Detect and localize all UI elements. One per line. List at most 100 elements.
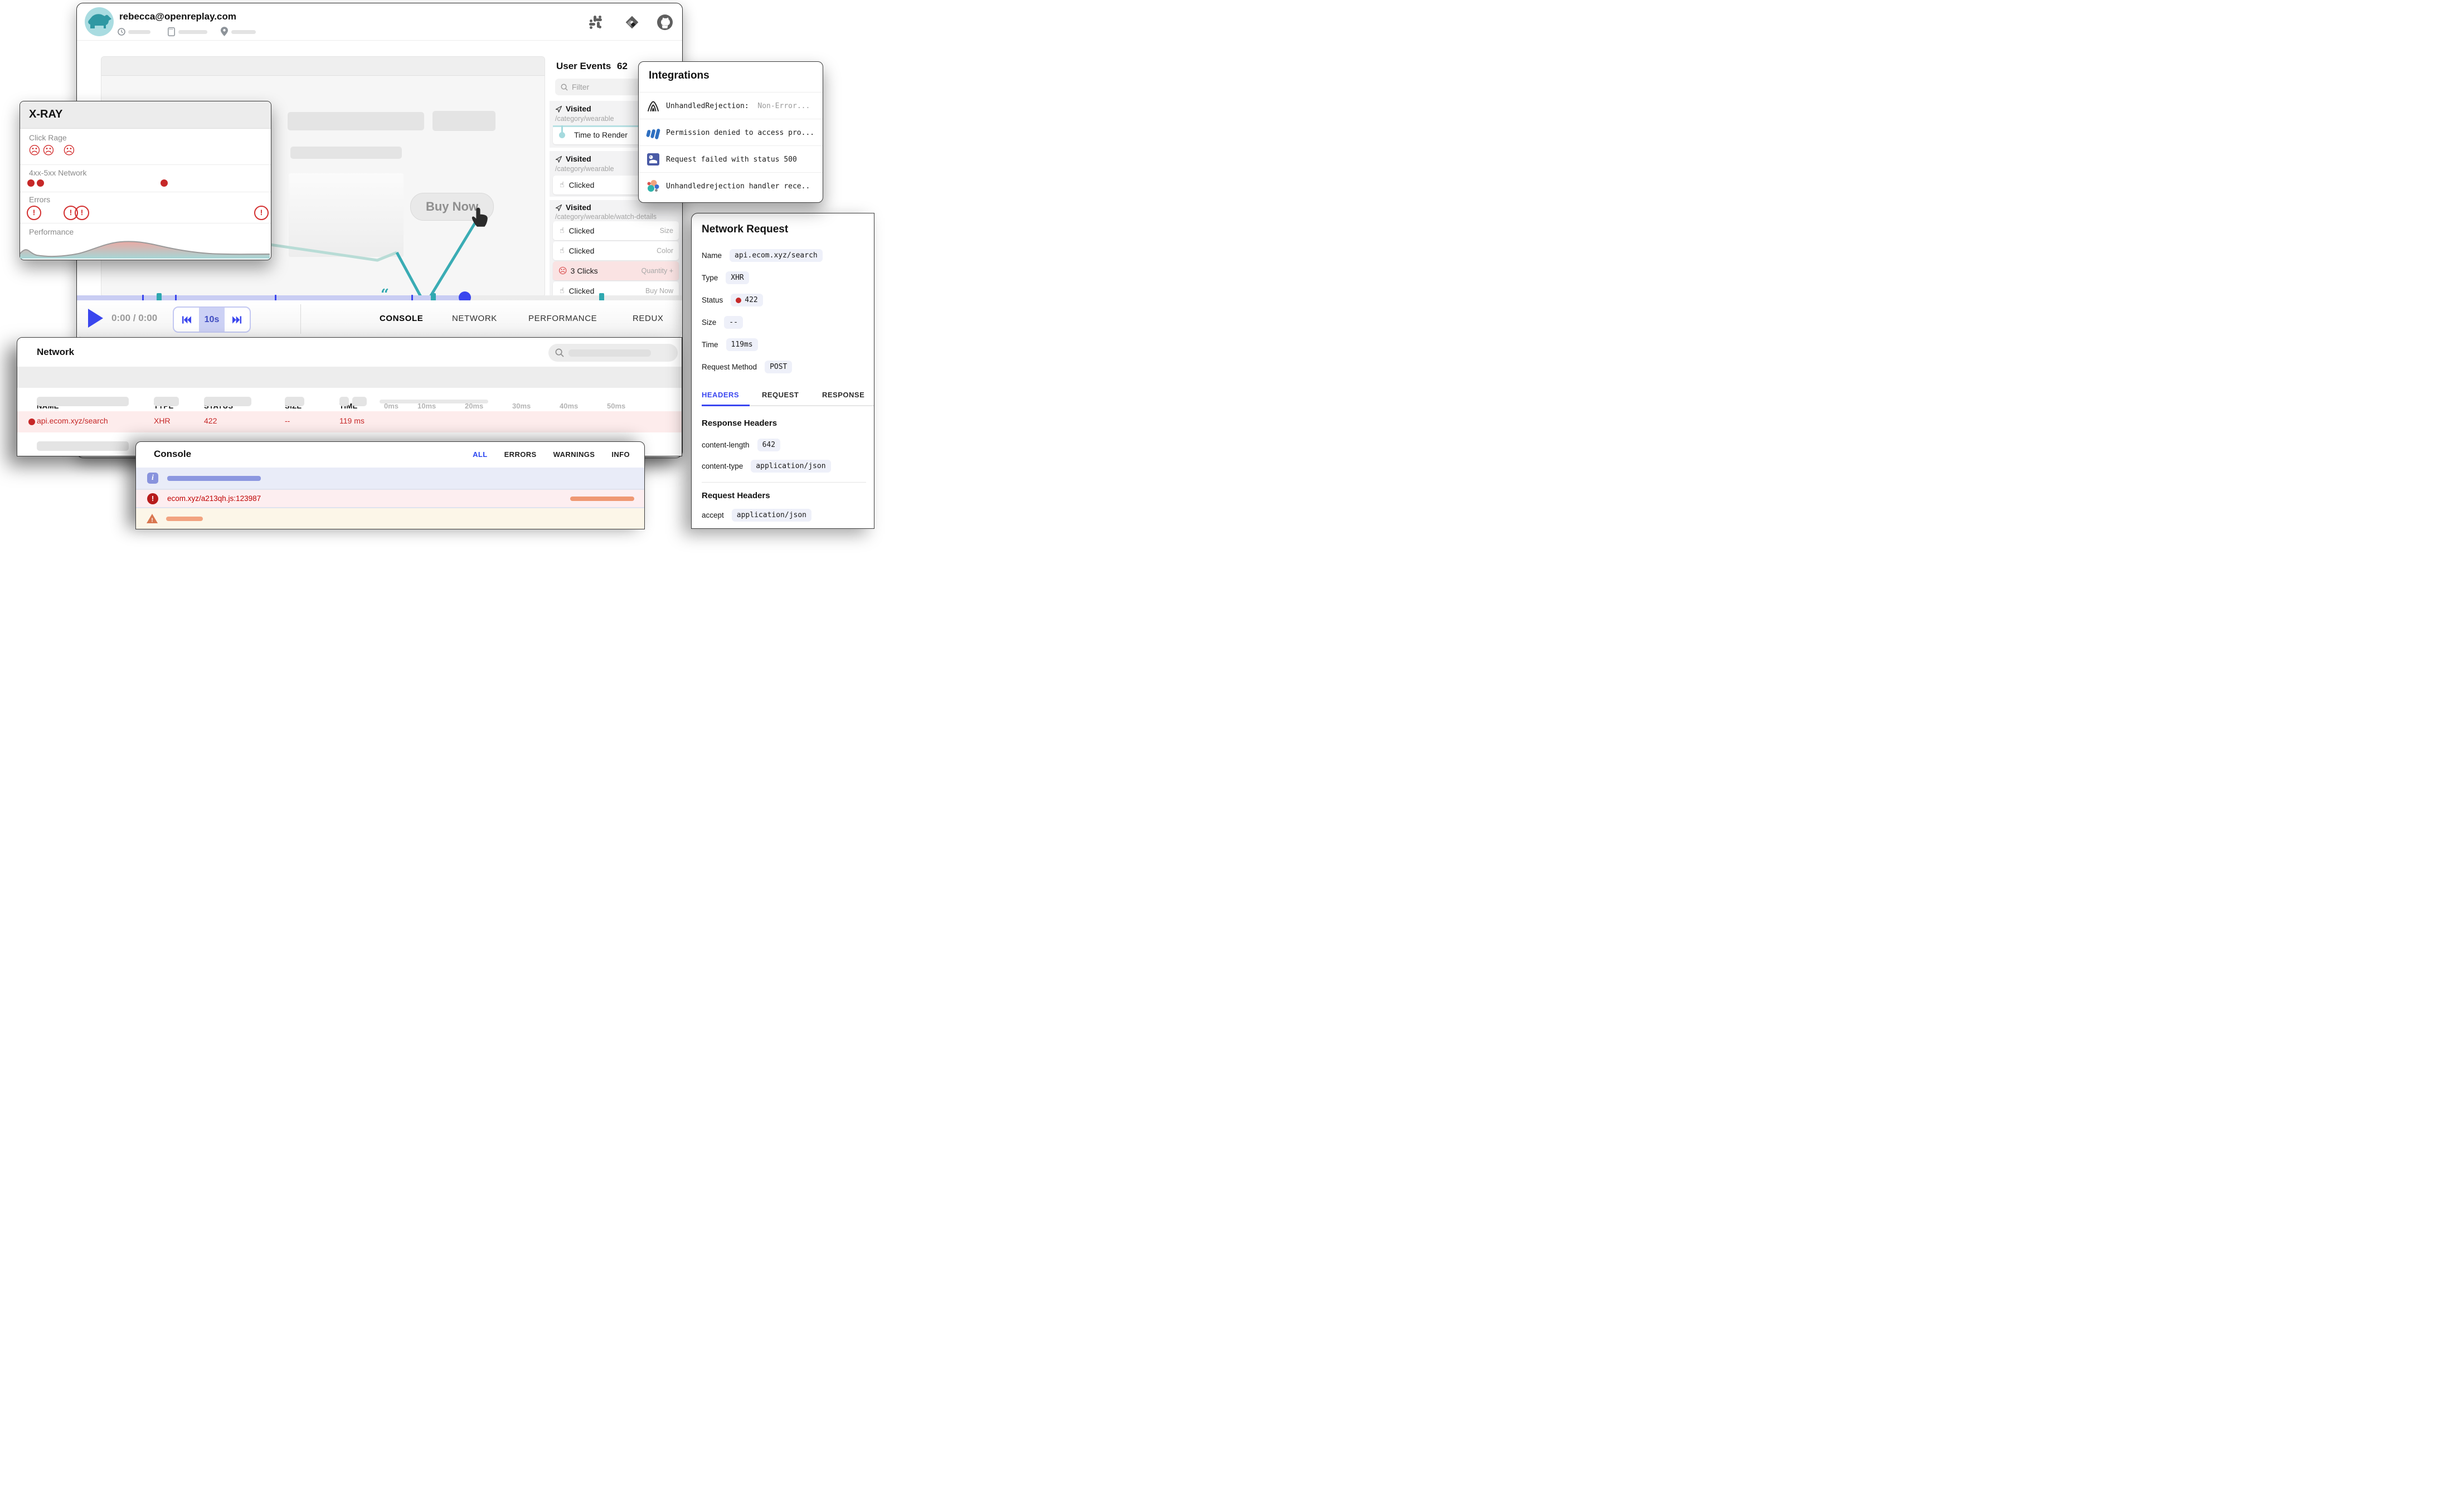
event-card-detail: Quantity + <box>641 267 673 275</box>
integration-message: Unhandledrejection handler rece.. <box>666 182 810 191</box>
error-marker-icon[interactable]: ! <box>27 206 41 220</box>
field-value-chip: -- <box>724 316 743 329</box>
console-row-info[interactable]: i <box>136 468 644 489</box>
error-marker-icon[interactable]: ! <box>75 206 89 220</box>
tab-request[interactable]: REQUEST <box>762 391 799 399</box>
active-tab-underline <box>702 405 750 406</box>
playback-time: 0:00 / 0:00 <box>111 313 157 324</box>
console-error-source: ecom.xyz/a213qh.js:123987 <box>167 494 261 503</box>
console-row-error[interactable]: ! ecom.xyz/a213qh.js:123987 <box>136 489 644 507</box>
network-request-title: Network Request <box>702 223 788 236</box>
buy-now-label: Buy Now <box>426 199 478 214</box>
skip-forward-button[interactable] <box>225 308 250 332</box>
event-card-label: Clicked <box>569 286 595 295</box>
integration-message: Request failed with status 500 <box>666 155 797 164</box>
field-label: Size <box>702 318 716 327</box>
event-type: Visited <box>566 203 591 212</box>
console-tab-warnings[interactable]: WARNINGS <box>553 450 595 459</box>
click-hand-icon: ☝ <box>560 181 565 189</box>
network-row-error[interactable]: api.ecom.xyz/search XHR 422 -- 119 ms <box>17 411 682 432</box>
header-label: accept <box>702 511 724 519</box>
tab-headers[interactable]: HEADERS <box>702 391 739 399</box>
divider <box>20 164 271 165</box>
field-label: Status <box>702 296 723 304</box>
player-controls: 0:00 / 0:00 10s CONSOLE NETWORK PERFORMA… <box>77 300 682 338</box>
svg-text:!: ! <box>151 518 153 524</box>
rage-face-icon[interactable]: ☹ <box>41 144 56 158</box>
network-errors-label: 4xx-5xx Network <box>29 168 86 177</box>
console-tab-all[interactable]: ALL <box>473 450 487 459</box>
field-name: Name api.ecom.xyz/search <box>702 249 823 262</box>
network-error-dot[interactable] <box>37 179 44 187</box>
event-visited: Visited <box>555 154 591 163</box>
tab-console[interactable]: CONSOLE <box>380 314 423 323</box>
net-type: XHR <box>154 416 171 425</box>
integrations-title: Integrations <box>649 70 709 82</box>
integration-row-sentry[interactable]: UnhandledRejection: Non-Error... <box>639 92 823 119</box>
net-size: -- <box>285 416 290 425</box>
field-time: Time 119ms <box>702 338 758 351</box>
clicked-card[interactable]: ☝ Clicked Size <box>553 221 679 240</box>
console-tab-errors[interactable]: ERRORS <box>504 450 537 459</box>
skip-back-button[interactable] <box>174 308 199 332</box>
network-table-header: NAME TYPE STATUS SIZE TIME 0ms 10ms 20ms… <box>17 367 682 388</box>
sentry-icon <box>646 100 660 112</box>
header-value-chip: application/json <box>732 509 811 522</box>
warning-icon: ! <box>146 513 158 524</box>
timeline-progress[interactable] <box>77 295 465 300</box>
error-marker-icon[interactable]: ! <box>254 206 269 220</box>
tab-performance[interactable]: PERFORMANCE <box>528 314 597 323</box>
divider <box>702 482 866 483</box>
integration-message: UnhandledRejection: Non-Error... <box>666 102 810 110</box>
header-label: content-length <box>702 441 750 449</box>
field-value-chip: 422 <box>731 294 762 306</box>
play-button[interactable] <box>88 309 103 328</box>
search-icon <box>561 84 568 91</box>
clicked-card[interactable]: ☝ Clicked Color <box>553 241 679 260</box>
network-error-dot[interactable] <box>27 179 35 187</box>
integration-row-stackdriver[interactable]: Permission denied to access pro... <box>639 119 823 146</box>
network-search-input[interactable] <box>548 344 678 362</box>
timeline-track[interactable] <box>465 295 682 300</box>
tab-network[interactable]: NETWORK <box>452 314 497 323</box>
header-content-type: content-type application/json <box>702 460 831 473</box>
rage-face-icon[interactable]: ☹ <box>27 144 42 158</box>
tab-response[interactable]: RESPONSE <box>822 391 864 399</box>
user-events-count: 62 <box>617 61 628 71</box>
field-status: Status 422 <box>702 294 763 306</box>
rage-face-icon[interactable]: ☹ <box>62 144 76 158</box>
click-hand-icon: ☝ <box>560 286 565 295</box>
header-label: content-type <box>702 462 743 470</box>
tab-redux[interactable]: REDUX <box>633 314 664 323</box>
event-card-label: 3 Clicks <box>571 266 598 275</box>
event-card-label: Clicked <box>569 226 595 235</box>
user-events-title: User Events 62 <box>556 61 628 72</box>
request-headers-title: Request Headers <box>702 491 770 500</box>
network-row-skeleton[interactable] <box>17 392 682 411</box>
event-path: /category/wearable <box>555 115 614 123</box>
events-filter-placeholder: Filter <box>572 82 589 91</box>
integrations-panel: Integrations UnhandledRejection: Non-Err… <box>638 61 823 203</box>
stackdriver-icon <box>646 128 660 138</box>
event-visited: Visited <box>555 203 591 212</box>
warning-message-skeleton <box>166 517 203 521</box>
error-message-skeleton <box>570 497 634 501</box>
event-path: /category/wearable/watch-details <box>555 213 657 221</box>
console-tab-info[interactable]: INFO <box>611 450 630 459</box>
rage-clicks-card[interactable]: ☹ 3 Clicks Quantity + <box>553 261 679 280</box>
navigate-icon <box>555 105 562 113</box>
integration-row-datadog[interactable]: Request failed with status 500 <box>639 145 823 173</box>
search-placeholder-skeleton <box>568 349 651 357</box>
event-visited: Visited <box>555 104 591 113</box>
console-row-warning[interactable]: ! <box>136 507 644 529</box>
error-dot <box>28 419 35 425</box>
field-request-method: Request Method POST <box>702 361 792 373</box>
header-content-length: content-length 642 <box>702 439 780 451</box>
field-label: Request Method <box>702 363 757 371</box>
network-error-dot[interactable] <box>161 179 168 187</box>
click-hand-icon: ☝ <box>560 246 565 255</box>
console-panel: Console ALL ERRORS WARNINGS INFO i ! eco… <box>135 441 645 529</box>
skip-interval-value[interactable]: 10s <box>199 308 224 332</box>
integration-row-elastic[interactable]: Unhandledrejection handler rece.. <box>639 172 823 199</box>
field-label: Time <box>702 340 718 349</box>
